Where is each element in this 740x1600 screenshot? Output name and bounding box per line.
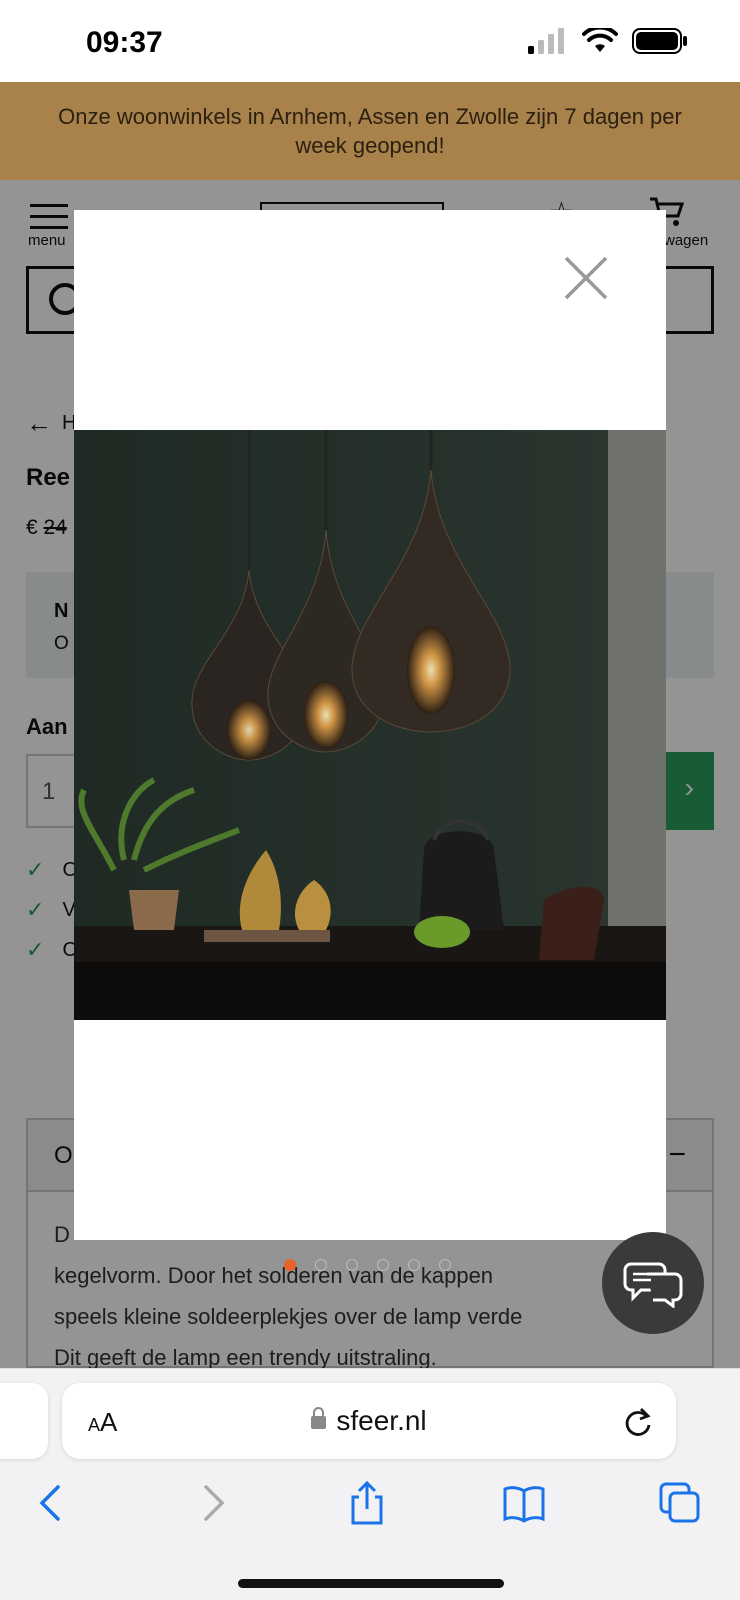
status-time: 09:37 [86,26,163,59]
domain-text: sfeer.nl [336,1405,427,1436]
wifi-icon [582,28,618,52]
forward-icon[interactable] [190,1481,234,1525]
status-bar: 09:37 [0,0,740,82]
address-bar[interactable]: AA sfeer.nl [62,1383,676,1459]
carousel-dot[interactable] [377,1259,389,1271]
browser-chrome: AA sfeer.nl [0,1368,740,1600]
carousel-dot[interactable] [315,1259,327,1271]
carousel-dots [284,1259,451,1271]
status-icons [528,28,688,54]
bookmarks-icon[interactable] [502,1481,546,1525]
tabs-icon[interactable] [658,1481,702,1525]
image-lightbox [74,210,666,1240]
carousel-dot[interactable] [284,1259,296,1271]
close-icon[interactable] [562,254,610,302]
chat-button[interactable] [602,1232,704,1334]
promo-banner: Onze woonwinkels in Arnhem, Assen en Zwo… [0,82,740,180]
carousel-dot[interactable] [346,1259,358,1271]
lock-icon [311,1407,327,1429]
previous-tab[interactable] [0,1383,48,1459]
chat-icon [623,1262,683,1308]
reload-icon[interactable] [622,1405,654,1437]
home-indicator [238,1579,504,1588]
browser-toolbar [0,1481,740,1541]
carousel-dot[interactable] [408,1259,420,1271]
carousel-dot[interactable] [439,1259,451,1271]
share-icon[interactable] [345,1481,389,1525]
back-icon[interactable] [30,1481,74,1525]
url-domain: sfeer.nl [62,1405,676,1437]
signal-icon [528,28,564,54]
battery-icon [632,28,687,54]
product-image[interactable] [74,430,666,1020]
